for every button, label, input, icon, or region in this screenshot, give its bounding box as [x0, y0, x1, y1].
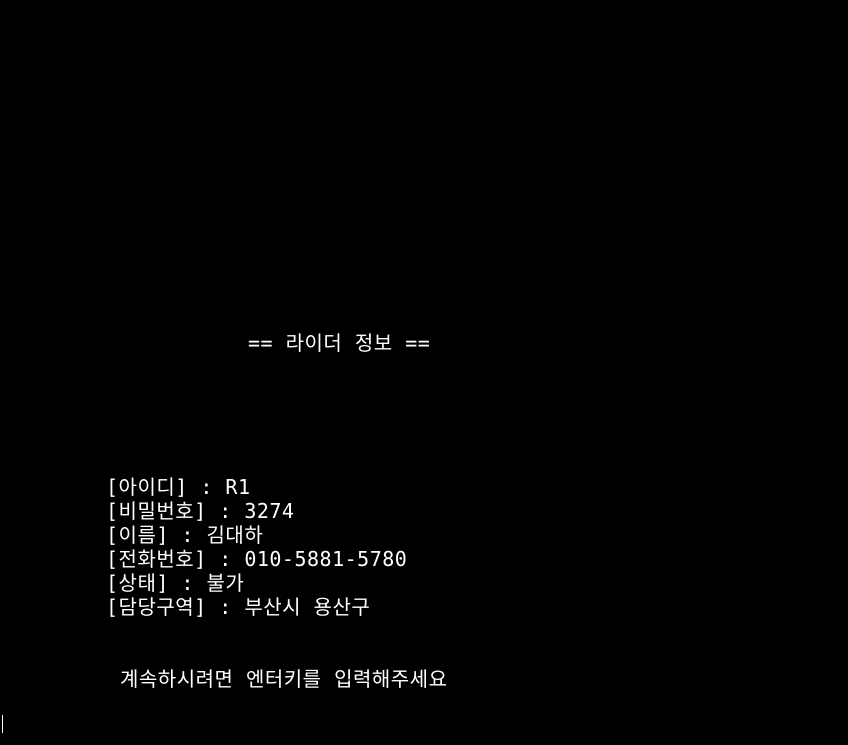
field-separator: : [206, 547, 245, 571]
field-area-value: 부산시 용산구 [244, 595, 371, 619]
field-name-label: [이름] [106, 523, 169, 547]
field-id-value: R1 [225, 475, 251, 499]
field-status-value: 불가 [206, 571, 245, 595]
field-status: [상태] : 불가 [106, 571, 244, 595]
field-password-label: [비밀번호] [106, 499, 207, 523]
field-separator: : [206, 595, 245, 619]
field-password: [비밀번호] : 3274 [106, 499, 294, 523]
field-name: [이름] : 김대하 [106, 523, 263, 547]
field-separator: : [168, 523, 207, 547]
field-area-label: [담당구역] [106, 595, 207, 619]
field-id-label: [아이디] [106, 475, 188, 499]
continue-prompt: 계속하시려면 엔터키를 입력해주세요 [120, 667, 448, 691]
console-window[interactable]: == 라이더 정보 == [아이디] : R1 [비밀번호] : 3274 [이… [0, 0, 848, 745]
field-phone: [전화번호] : 010-5881-5780 [106, 547, 407, 571]
field-name-value: 김대하 [206, 523, 264, 547]
field-separator: : [206, 499, 245, 523]
field-phone-value: 010-5881-5780 [244, 547, 408, 571]
field-phone-label: [전화번호] [106, 547, 207, 571]
text-cursor[interactable] [2, 715, 3, 733]
field-separator: : [187, 475, 226, 499]
field-separator: : [168, 571, 207, 595]
field-id: [아이디] : R1 [106, 475, 251, 499]
field-password-value: 3274 [244, 499, 295, 523]
field-status-label: [상태] [106, 571, 169, 595]
field-area: [담당구역] : 부산시 용산구 [106, 595, 370, 619]
rider-info-title: == 라이더 정보 == [248, 331, 431, 355]
